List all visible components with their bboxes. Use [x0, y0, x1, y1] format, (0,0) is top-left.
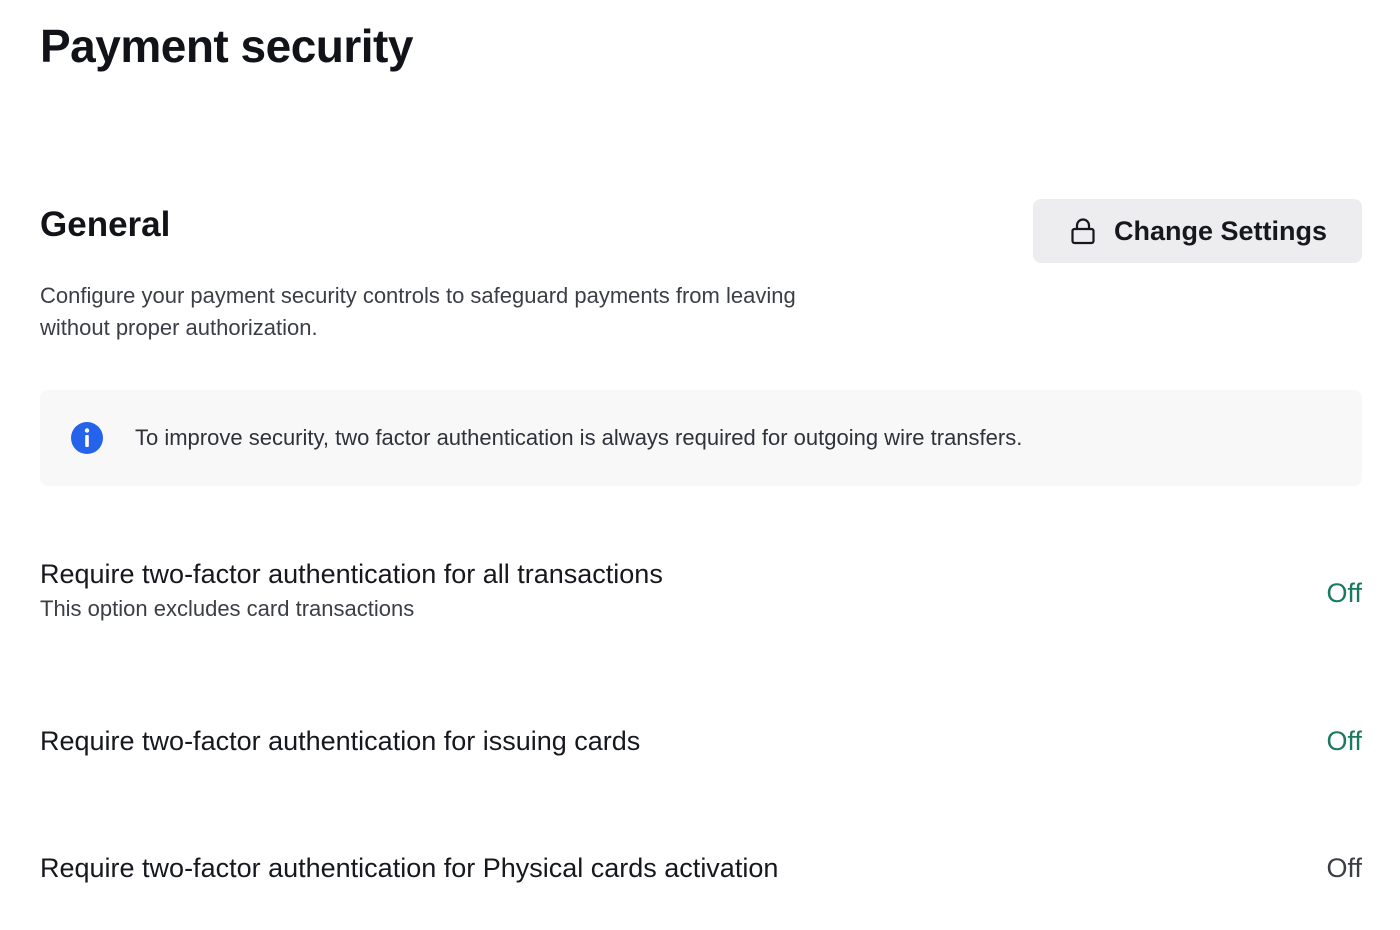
change-settings-button[interactable]: Change Settings: [1033, 199, 1362, 263]
info-icon: [70, 421, 104, 455]
section-description: Configure your payment security controls…: [40, 283, 796, 340]
setting-subtitle: This option excludes card transactions: [40, 596, 415, 621]
setting-row-physical-cards-activation[interactable]: Require two-factor authentication for Ph…: [40, 850, 1362, 890]
setting-status: Off: [1326, 853, 1362, 883]
setting-status: Off: [1326, 726, 1362, 756]
setting-status: Off: [1326, 578, 1362, 608]
setting-title: Require two-factor authentication for al…: [40, 559, 663, 589]
section-title-general: General: [40, 205, 171, 244]
setting-title: Require two-factor authentication for Ph…: [40, 853, 779, 883]
change-settings-label: Change Settings: [1113, 215, 1328, 246]
setting-row-all-transactions[interactable]: Require two-factor authentication for al…: [40, 556, 1362, 636]
info-banner: To improve security, two factor authenti…: [40, 390, 1362, 486]
setting-row-issuing-cards[interactable]: Require two-factor authentication for is…: [40, 723, 1362, 763]
page-title: Payment security: [40, 20, 413, 72]
info-banner-text: To improve security, two factor authenti…: [135, 425, 1023, 450]
lock-icon: [1068, 216, 1098, 246]
payment-security-page: Payment security General Change Settings…: [0, 0, 1400, 930]
setting-title: Require two-factor authentication for is…: [40, 726, 641, 756]
